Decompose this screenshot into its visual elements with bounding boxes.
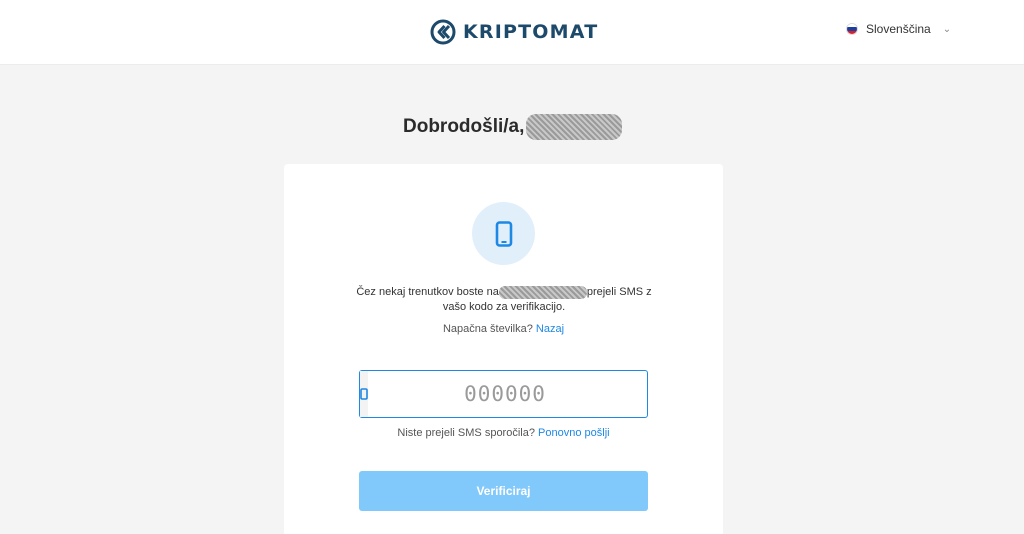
sms-code-field[interactable]	[359, 370, 682, 418]
wrong-number-text: Napačna številka?	[442, 323, 533, 335]
language-selector[interactable]: Slovenščina ⌄	[846, 22, 951, 36]
slovenia-flag-icon	[846, 23, 858, 35]
top-bar: KRIPTOMAT Slovenščina ⌄	[0, 0, 1024, 65]
code-field-icon-box	[360, 371, 368, 417]
resend-link[interactable]: Ponovno pošlji	[538, 427, 610, 439]
mobile-phone-icon	[495, 220, 512, 247]
welcome-greeting: Dobrodošli/a,	[403, 116, 525, 137]
redacted-username	[526, 114, 623, 140]
language-label: Slovenščina	[866, 22, 931, 36]
kriptomat-logo-icon	[430, 19, 456, 45]
sms-info-message: Čez nekaj trenutkov boste na prejeli SMS …	[344, 285, 664, 315]
sms-code-input[interactable]	[368, 371, 682, 417]
back-link[interactable]: Nazaj	[536, 323, 564, 335]
phone-badge	[472, 202, 535, 265]
wrong-number-row: Napačna številka? Nazaj	[284, 323, 723, 335]
mobile-phone-icon	[360, 388, 368, 400]
resend-row: Niste prejeli SMS sporočila? Ponovno poš…	[284, 427, 723, 439]
no-sms-text: Niste prejeli SMS sporočila?	[397, 427, 535, 439]
verification-card: Čez nekaj trenutkov boste na prejeli SMS …	[284, 164, 723, 534]
sms-info-before: Čez nekaj trenutkov boste na	[356, 286, 499, 298]
brand-name: KRIPTOMAT	[463, 21, 599, 43]
verify-button[interactable]: Verificiraj	[359, 471, 648, 511]
brand-logo[interactable]: KRIPTOMAT	[430, 18, 598, 46]
chevron-down-icon: ⌄	[942, 23, 952, 35]
welcome-heading: Dobrodošli/a,	[403, 114, 623, 140]
redacted-phone-number	[498, 285, 587, 299]
